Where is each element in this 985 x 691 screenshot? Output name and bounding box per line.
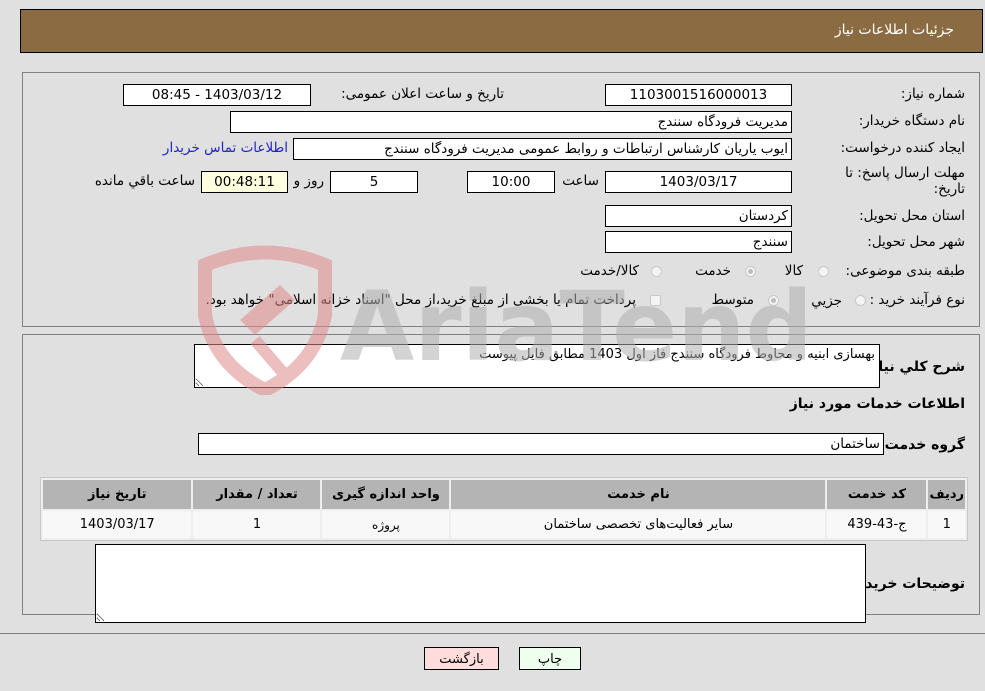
table-row: 1 ج-43-439 سایر فعالیت‌های تخصصی ساختمان… (43, 511, 965, 538)
services-table: ردیف کد خدمت نام خدمت واحد اندازه گیری ت… (40, 477, 968, 541)
col-header-service-code: کد خدمت (827, 480, 927, 509)
cell-service-name: سایر فعالیت‌های تخصصی ساختمان (451, 511, 826, 538)
page-title: جزئیات اطلاعات نیاز (834, 22, 954, 38)
deadline-label-line2: تاریخ: (933, 181, 965, 197)
creator-label: ایجاد کننده درخواست: (840, 140, 965, 156)
back-button[interactable]: بازگشت (424, 647, 499, 670)
need-summary-panel: شرح کلي نیاز: اطلاعات خدمات مورد نیاز گر… (22, 334, 980, 623)
category-option-goods: کالا (784, 263, 803, 279)
deadline-time-field[interactable]: 10:00 (467, 171, 555, 193)
announce-datetime-field[interactable]: 1403/03/12 - 08:45 (123, 84, 311, 106)
buyer-org-field[interactable]: مدیریت فرودگاه سنندج (230, 111, 792, 133)
process-radio-minor[interactable] (855, 295, 866, 306)
city-label: شهر محل تحویل: (867, 234, 965, 250)
services-heading: اطلاعات خدمات مورد نیاز (789, 396, 965, 412)
creator-field[interactable]: ایوب یاریان کارشناس ارتباطات و روابط عمو… (293, 138, 792, 160)
category-radio-goods-service[interactable] (651, 266, 662, 277)
days-label: روز و (293, 173, 324, 189)
category-option-goods-service: کالا/خدمت (580, 263, 639, 279)
category-radio-goods[interactable] (818, 266, 829, 277)
table-header-row: ردیف کد خدمت نام خدمت واحد اندازه گیری ت… (43, 480, 965, 509)
province-label: استان محل تحویل: (859, 208, 965, 224)
process-type-label: نوع فرآیند خرید : (869, 292, 965, 308)
category-label: طبقه بندی موضوعی: (845, 263, 965, 279)
deadline-time-label: ساعت (562, 173, 599, 189)
cell-unit: پروژه (322, 511, 450, 538)
buyer-notes-textarea[interactable] (95, 544, 866, 623)
print-button[interactable]: چاپ (519, 647, 581, 670)
service-group-label: گروه خدمت: (879, 437, 965, 453)
col-header-service-name: نام خدمت (451, 480, 826, 509)
days-remaining-field[interactable]: 5 (330, 171, 418, 193)
buyer-contact-link[interactable]: اطلاعات تماس خریدار (163, 140, 288, 156)
deadline-label: مهلت ارسال پاسخ: تا تاریخ: (845, 165, 965, 197)
col-header-need-date: تاریخ نیاز (43, 480, 192, 509)
service-group-field[interactable]: ساختمان (198, 433, 884, 455)
cell-service-code: ج-43-439 (827, 511, 927, 538)
col-header-row-number: ردیف (928, 480, 965, 509)
col-header-quantity: تعداد / مقدار (193, 480, 321, 509)
cell-row-number: 1 (928, 511, 965, 538)
remaining-time-field[interactable]: 00:48:11 (201, 171, 288, 193)
process-radio-medium[interactable] (768, 295, 779, 306)
description-textarea[interactable] (194, 344, 880, 388)
treasury-note: پرداخت تمام یا بخشی از مبلغ خرید،از محل … (205, 292, 636, 308)
category-option-service: خدمت (695, 263, 731, 279)
city-field[interactable]: سنندج (605, 231, 792, 253)
deadline-label-line1: مهلت ارسال پاسخ: تا (845, 165, 965, 181)
process-option-medium: متوسط (711, 292, 754, 308)
announce-label: تاریخ و ساعت اعلان عمومی: (341, 86, 504, 102)
need-number-label: شماره نیاز: (900, 86, 965, 102)
need-number-field[interactable]: 1103001516000013 (605, 84, 792, 106)
province-field[interactable]: کردستان (605, 205, 792, 227)
footer-divider (0, 633, 985, 634)
page-header: جزئیات اطلاعات نیاز (20, 9, 983, 53)
category-radio-service[interactable] (745, 266, 756, 277)
buyer-org-label: نام دستگاه خریدار: (858, 113, 965, 129)
need-details-panel: شماره نیاز: 1103001516000013 تاریخ و ساع… (22, 72, 980, 327)
cell-need-date: 1403/03/17 (43, 511, 192, 538)
remaining-time-label: ساعت باقي مانده (94, 173, 195, 189)
process-option-minor: جزيي (811, 293, 842, 309)
treasury-checkbox[interactable] (650, 295, 661, 306)
col-header-unit: واحد اندازه گیری (322, 480, 450, 509)
deadline-date-field[interactable]: 1403/03/17 (605, 171, 792, 193)
cell-quantity: 1 (193, 511, 321, 538)
